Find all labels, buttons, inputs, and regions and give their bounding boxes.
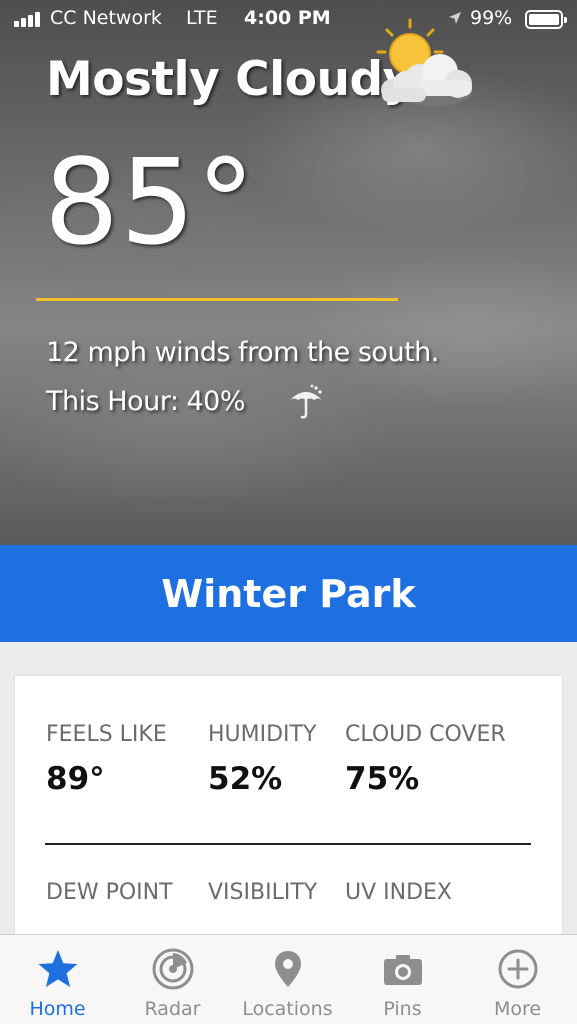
tab-home-label: Home — [29, 998, 86, 1020]
tab-locations-label: Locations — [242, 998, 333, 1020]
dew-point-cell: DEW POINT — [46, 880, 173, 905]
current-temperature: 85° — [44, 133, 257, 271]
precip-chance: This Hour: 40% — [46, 386, 246, 417]
tab-locations[interactable]: Locations — [230, 935, 345, 1024]
battery-icon — [525, 10, 567, 29]
status-time: 4:00 PM — [244, 7, 331, 29]
visibility-cell: VISIBILITY — [208, 880, 317, 905]
status-bar: CC Network LTE 4:00 PM 99% — [0, 0, 577, 40]
tab-pins-label: Pins — [383, 998, 422, 1020]
signal-bars-icon — [14, 11, 44, 27]
tab-radar-label: Radar — [144, 998, 201, 1020]
location-header[interactable]: Winter Park — [0, 545, 577, 642]
humidity-cell: HUMIDITY 52% — [208, 722, 316, 797]
radar-icon — [152, 948, 193, 990]
carrier-name: CC Network — [50, 7, 162, 29]
umbrella-icon — [290, 384, 322, 419]
tab-more-label: More — [493, 998, 542, 1020]
weather-details-card: FEELS LIKE 89° HUMIDITY 52% CLOUD COVER … — [15, 676, 562, 976]
tab-radar[interactable]: Radar — [115, 935, 230, 1024]
cloud-cover-value: 75% — [345, 761, 420, 797]
uv-index-cell: UV INDEX — [345, 880, 452, 905]
plus-circle-icon — [498, 949, 537, 989]
partly-cloudy-icon — [376, 18, 472, 106]
temperature-divider — [36, 298, 398, 301]
network-type: LTE — [186, 7, 218, 29]
map-pin-icon — [274, 951, 301, 987]
cloud-cover-cell: CLOUD COVER 75% — [345, 722, 506, 797]
visibility-label: VISIBILITY — [208, 880, 318, 905]
current-conditions-hero: CC Network LTE 4:00 PM 99% Mostly Cloudy — [0, 0, 577, 545]
tab-more[interactable]: More — [460, 935, 575, 1024]
feels-like-label: FEELS LIKE — [46, 722, 167, 747]
feels-like-value: 89° — [46, 761, 105, 797]
location-name: Winter Park — [161, 571, 416, 616]
humidity-label: HUMIDITY — [208, 722, 317, 747]
cloud-cover-label: CLOUD COVER — [345, 722, 506, 747]
camera-icon — [383, 955, 422, 985]
tab-bar: Home Radar Locations Pins More — [0, 934, 577, 1024]
dew-point-label: DEW POINT — [46, 880, 173, 905]
tab-pins[interactable]: Pins — [345, 935, 460, 1024]
details-divider — [45, 843, 531, 845]
wind-description: 12 mph winds from the south. — [46, 337, 439, 368]
condition-text: Mostly Cloudy — [46, 52, 413, 107]
feels-like-cell: FEELS LIKE 89° — [46, 722, 167, 797]
tab-home[interactable]: Home — [0, 935, 115, 1024]
humidity-value: 52% — [208, 761, 283, 797]
star-icon — [38, 950, 77, 987]
uv-index-label: UV INDEX — [345, 880, 453, 905]
